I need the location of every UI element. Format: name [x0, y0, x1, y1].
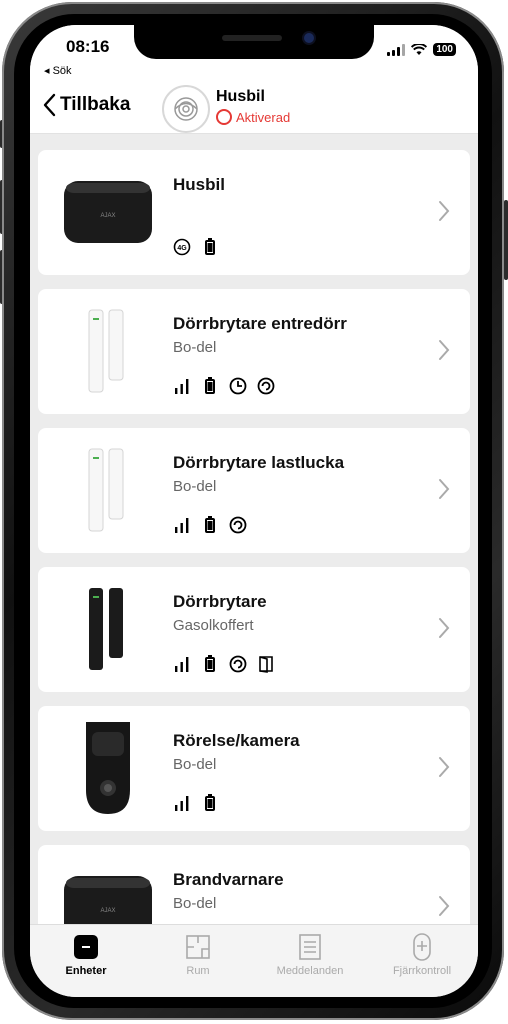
chevron-right-icon: [438, 339, 450, 366]
signal-icon: [173, 516, 191, 534]
hub-status-label: Aktiverad: [236, 109, 291, 125]
device-name: Dörrbrytare entredörr: [173, 314, 347, 333]
tab-label: Enheter: [65, 965, 107, 977]
device-image: [60, 442, 156, 538]
chevron-right-icon: [438, 200, 450, 227]
device-room: Bo-del: [173, 478, 217, 495]
chevron-right-icon: [438, 895, 450, 922]
signal-icon: [173, 377, 191, 395]
wifi-icon: [411, 43, 428, 55]
chevron-left-icon: [43, 93, 56, 117]
cellular-signal-icon: [387, 43, 406, 56]
delay-icon: [257, 377, 275, 395]
door-icon: [257, 655, 275, 673]
chevron-right-icon: [438, 478, 450, 505]
device-name: Brandvarnare: [173, 870, 284, 889]
clock-icon: [229, 377, 247, 395]
device-room: Bo-del: [173, 339, 217, 356]
hub-status: Aktiverad: [216, 109, 290, 125]
nav-header: Tillbaka Husbil Aktiverad: [30, 85, 478, 134]
front-camera: [304, 33, 314, 43]
battery-icon: [201, 377, 219, 395]
tab-rum[interactable]: Rum: [142, 925, 254, 997]
battery-icon: [201, 516, 219, 534]
device-name: Rörelse/kamera: [173, 731, 300, 750]
screen: 08:16 ◂ Sök 100 Tillbaka Husbil Aktivera…: [30, 25, 478, 997]
clock: 08:16: [66, 37, 110, 56]
chevron-right-icon: [438, 617, 450, 644]
device-card[interactable]: Dörrbrytare Gasolkoffert: [38, 567, 470, 692]
battery-level-icon: 100: [433, 43, 456, 56]
armed-ring-icon: [216, 109, 232, 125]
tab-label: Meddelanden: [276, 965, 344, 977]
signal-icon: [173, 794, 191, 812]
battery-icon: [201, 794, 219, 812]
device-status-icons: [173, 516, 247, 534]
device-card[interactable]: Rörelse/kamera Bo-del: [38, 706, 470, 831]
device-image: AJAX: [60, 164, 156, 260]
device-status-icons: [173, 794, 219, 812]
remote-control-icon: [413, 933, 431, 961]
chevron-right-icon: [438, 756, 450, 783]
tab-fjarrkontroll[interactable]: Fjärrkontroll: [366, 925, 478, 997]
svg-text:4G: 4G: [177, 245, 187, 252]
device-card[interactable]: Dörrbrytare lastlucka Bo-del: [38, 428, 470, 553]
device-name: Dörrbrytare lastlucka: [173, 453, 345, 472]
notch: [134, 25, 374, 59]
device-name: Dörrbrytare: [173, 592, 267, 611]
signal-icon: [173, 655, 191, 673]
speaker: [222, 35, 282, 41]
notifications-icon: [299, 934, 321, 960]
device-image: [60, 303, 156, 399]
status-icons: 100: [387, 43, 456, 56]
device-status-icons: 4G: [173, 238, 219, 256]
device-list: AJAX Husbil 4G Dörrbrytare entredörr Bo-del D…: [38, 150, 470, 984]
device-card[interactable]: Dörrbrytare entredörr Bo-del: [38, 289, 470, 414]
delay-icon: [229, 516, 247, 534]
devices-icon: [74, 935, 98, 959]
hub-logo-icon[interactable]: [162, 85, 210, 133]
back-button[interactable]: Tillbaka: [42, 93, 130, 117]
device-room: Gasolkoffert: [173, 617, 254, 634]
power-button: [504, 200, 508, 280]
4g-icon: 4G: [173, 238, 191, 256]
device-status-icons: [173, 655, 275, 673]
device-room: Bo-del: [173, 895, 217, 912]
device-name: Husbil: [173, 175, 225, 194]
svg-text:AJAX: AJAX: [100, 213, 115, 219]
room-icon: [186, 935, 210, 959]
device-status-icons: [173, 377, 275, 395]
tab-label: Fjärrkontroll: [392, 965, 452, 977]
battery-icon: [201, 655, 219, 673]
device-room: Bo-del: [173, 756, 217, 773]
tab-meddelanden[interactable]: Meddelanden: [254, 925, 366, 997]
delay-icon: [229, 655, 247, 673]
device-image: [60, 720, 156, 816]
tab-label: Rum: [186, 965, 210, 977]
hub-name: Husbil: [216, 88, 265, 105]
tab-enheter[interactable]: Enheter: [30, 925, 142, 997]
back-label: Tillbaka: [60, 94, 131, 115]
back-to-app-link[interactable]: ◂ Sök: [44, 64, 72, 77]
tab-bar: Enheter Rum Meddelanden Fjärrkontroll: [30, 924, 478, 997]
svg-text:AJAX: AJAX: [100, 908, 115, 914]
device-image: [60, 581, 156, 677]
battery-icon: [201, 238, 219, 256]
device-card[interactable]: AJAX Husbil 4G: [38, 150, 470, 275]
